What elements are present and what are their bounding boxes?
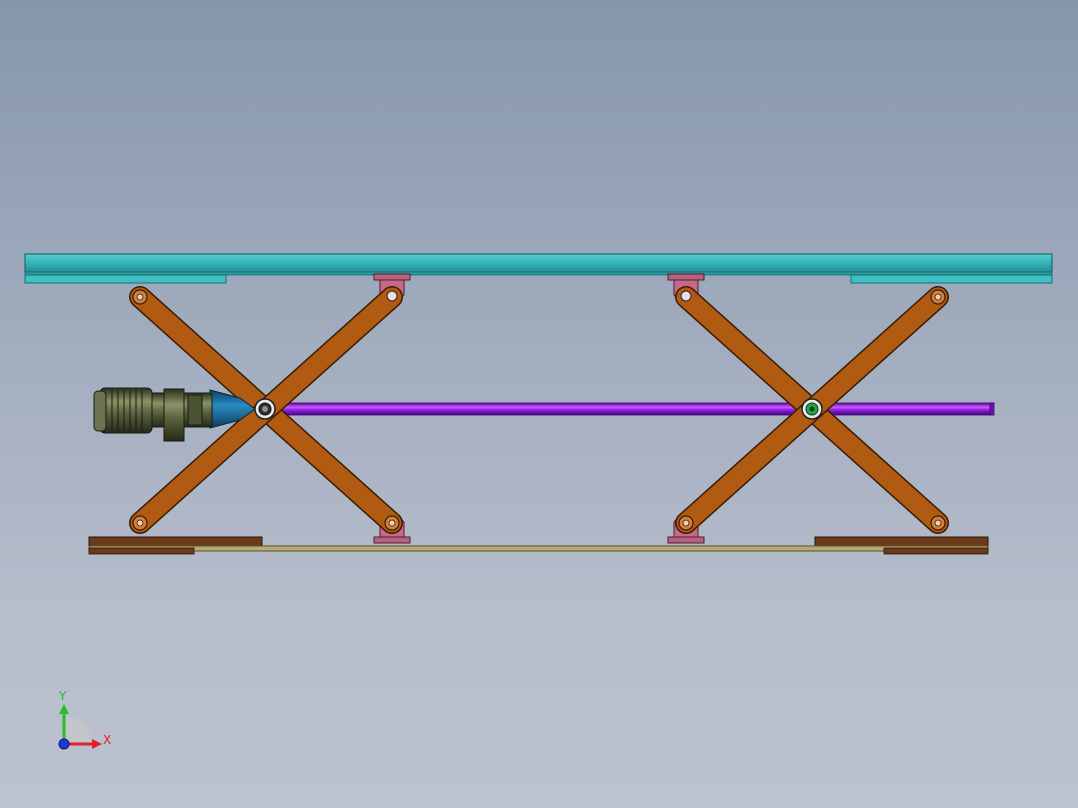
top-platform[interactable]: [24, 253, 1053, 284]
x-axis-label: X: [103, 733, 111, 747]
base-frame[interactable]: [88, 536, 989, 555]
drive-shaft[interactable]: [269, 402, 995, 416]
z-axis-dot: [58, 738, 70, 750]
cad-viewport[interactable]: Y X: [0, 0, 1078, 808]
y-axis-label: Y: [58, 689, 67, 703]
coordinate-triad: Y X: [58, 689, 111, 750]
